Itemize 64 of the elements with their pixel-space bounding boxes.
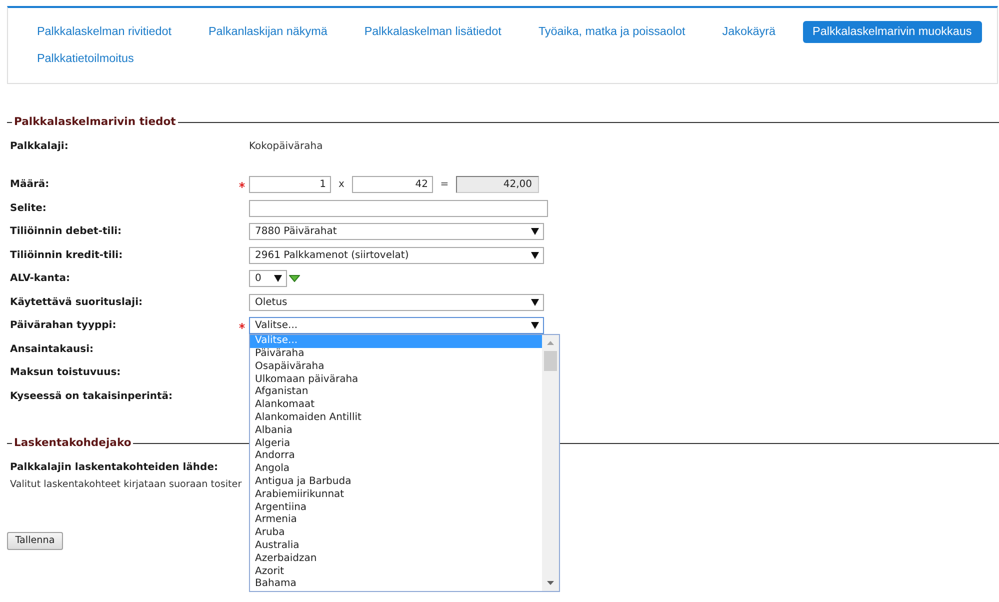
scroll-down-icon[interactable]: [547, 581, 554, 586]
field-label: Selite:: [10, 202, 48, 216]
field-label: Palkkalajin laskentakohteiden lähde:: [10, 460, 218, 474]
dropdown-option[interactable]: Päiväraha: [250, 348, 542, 361]
dropdown-option[interactable]: Alankomaat: [250, 399, 542, 412]
caret-icon: [531, 298, 539, 306]
select-field[interactable]: 7880 Päivärahat: [249, 223, 544, 240]
dropdown-option[interactable]: Andorra: [250, 450, 542, 464]
select-field[interactable]: Valitse...: [249, 317, 544, 334]
dropdown-option[interactable]: Argentiina: [250, 502, 542, 514]
field-label: Päivärahan tyyppi:: [10, 319, 118, 334]
field-label: Tiliöinnin kredit-tili:: [10, 248, 124, 263]
triangle-down-icon[interactable]: [289, 275, 300, 282]
dropdown-option[interactable]: Antigua ja Barbuda: [250, 476, 542, 489]
total-field: 42,00: [456, 176, 539, 194]
section-title: Palkkalaskelmarivin tiedot: [13, 115, 177, 129]
field-label: Palkkalaji:: [10, 140, 70, 154]
caret-icon: [531, 252, 539, 259]
select-field[interactable]: Oletus: [249, 294, 544, 311]
dropdown-option[interactable]: Angola: [250, 463, 542, 476]
dropdown-option[interactable]: Arabiemiirikunnat: [250, 488, 542, 502]
dropdown-option[interactable]: Ulkomaan päiväraha: [250, 374, 542, 386]
select-field[interactable]: 0: [249, 270, 287, 288]
dropdown-option[interactable]: Aruba: [250, 527, 542, 540]
scrollbar[interactable]: [542, 335, 559, 592]
field-label: Määrä:: [10, 178, 50, 192]
field-label: Maksun toistuvuus:: [10, 366, 122, 380]
dropdown-option[interactable]: Alankomaiden Antillit: [250, 412, 542, 425]
nav-tab[interactable]: Palkanlaskijan näkymä: [198, 21, 338, 43]
equals-sign: =: [440, 178, 449, 192]
dropdown-option[interactable]: Osapäiväraha: [250, 360, 542, 374]
field-label: Käytettävä suorituslaji:: [10, 296, 144, 310]
save-button[interactable]: Tallenna: [7, 532, 63, 550]
section-title: Laskentakohdejako: [13, 436, 132, 450]
unit-price-input[interactable]: 42: [352, 176, 433, 194]
dropdown-option[interactable]: Bahama: [250, 578, 542, 592]
select-field[interactable]: 2961 Palkkamenot (siirtovelat): [249, 246, 544, 264]
caret-icon: [274, 275, 282, 282]
nav-tab[interactable]: Työaika, matka ja poissaolot: [528, 21, 696, 43]
field-label: ALV-kanta:: [10, 272, 71, 286]
field-label: Ansaintakausi:: [10, 342, 95, 357]
help-text: Valitut laskentakohteet kirjataan suoraan tositer: [10, 478, 242, 492]
caret-icon: [531, 322, 539, 330]
dropdown-option[interactable]: Australia: [250, 540, 542, 553]
text-input[interactable]: [249, 200, 548, 217]
field-label: Tiliöinnin debet-tili:: [10, 225, 123, 240]
dropdown-option[interactable]: Armenia: [250, 514, 542, 528]
nav-tab[interactable]: Palkkalaskelman rivitiedot: [27, 21, 182, 43]
field-value: Kokopäiväraha: [249, 140, 323, 154]
dropdown-option[interactable]: Algeria: [250, 438, 542, 450]
scrollbar-thumb[interactable]: [544, 351, 557, 372]
dropdown-option[interactable]: Azerbaidzan: [250, 552, 542, 566]
dropdown-option[interactable]: Albania: [250, 424, 542, 438]
nav-tab[interactable]: Palkkalaskelmarivin muokkaus: [802, 21, 982, 43]
nav-tab[interactable]: Palkkatietoilmoitus: [27, 48, 144, 70]
nav-tab[interactable]: Palkkalaskelman lisätiedot: [354, 21, 512, 43]
amount-input[interactable]: 1: [249, 176, 331, 194]
dropdown-option[interactable]: Afganistan: [250, 386, 542, 400]
multiply-sign: x: [338, 178, 344, 192]
field-label: Kyseessä on takaisinperintä:: [10, 390, 174, 404]
dropdown-option[interactable]: Azorit: [250, 566, 542, 578]
caret-icon: [531, 228, 539, 236]
nav-tab[interactable]: Jakokäyrä: [712, 21, 786, 43]
scroll-up-icon[interactable]: [547, 341, 554, 346]
